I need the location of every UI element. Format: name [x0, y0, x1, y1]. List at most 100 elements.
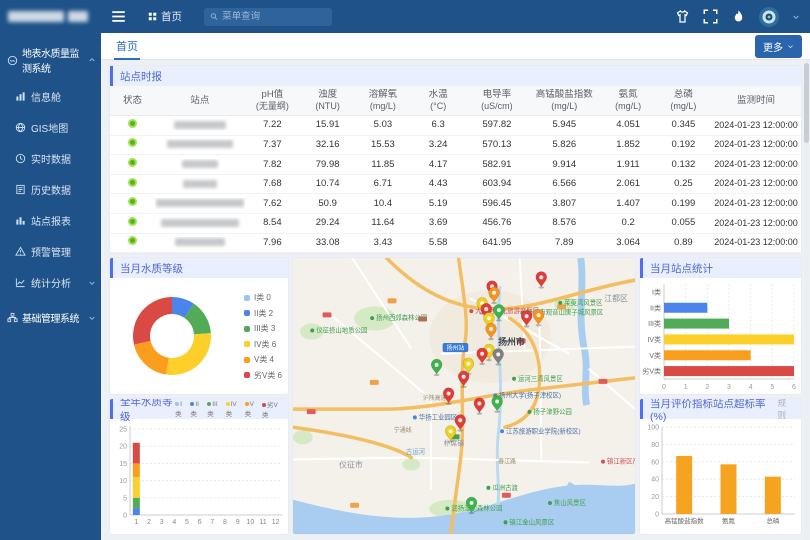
annual-quality-chart: 0510152025123456789101112 [110, 419, 288, 532]
donut-slice-劣V类[interactable] [142, 306, 172, 343]
hbar-劣V类[interactable] [664, 366, 794, 376]
table-cell: 4.051 [601, 119, 656, 131]
svg-text:5: 5 [123, 495, 127, 502]
scrollbar-thumb[interactable] [804, 63, 809, 143]
hbar-II类[interactable] [664, 303, 707, 313]
svg-text:III类: III类 [648, 319, 661, 328]
user-avatar[interactable] [759, 7, 779, 27]
vbar-高锰酸盐指数[interactable] [676, 456, 692, 514]
legend-item[interactable]: IV类 [226, 401, 241, 418]
column-header: 监测时间 [711, 95, 801, 107]
svg-text:2: 2 [705, 384, 709, 391]
stacked-bar-segment[interactable] [133, 464, 140, 478]
station-name-redacted [156, 199, 244, 207]
more-button[interactable]: 更多 [755, 35, 802, 58]
legend-item[interactable]: III类 [207, 401, 221, 418]
hamburger-menu-icon[interactable] [111, 9, 126, 24]
breadcrumb[interactable]: 首页 [148, 9, 182, 24]
stacked-bar-segment[interactable] [133, 443, 140, 464]
flame-icon[interactable] [731, 9, 746, 24]
legend-item[interactable]: IV类 6 [244, 339, 282, 350]
fullscreen-icon[interactable] [703, 9, 718, 24]
legend-item[interactable]: V类 [245, 401, 258, 418]
main-area: 首页 首页 更多 站点时报 状态站点pH值(无量纲)浊度(NTU)溶解氧(mg/… [101, 0, 810, 540]
hbar-IV类[interactable] [664, 335, 794, 345]
status-ok-dot [128, 158, 137, 167]
donut-slice-V类[interactable] [142, 343, 167, 366]
tab-home[interactable]: 首页 [114, 32, 140, 60]
sidebar-item-实时数据[interactable]: 实时数据 [0, 143, 101, 174]
sidebar-item-GIS地图[interactable]: GIS地图 [0, 112, 101, 143]
map-label: 华扬工业园区 [413, 413, 458, 422]
table-cell: 5.945 [528, 119, 601, 131]
donut-slice-III类[interactable] [189, 311, 202, 334]
sidebar-section-0[interactable]: 地表水质量监测系统 [0, 33, 101, 81]
hbar-V类[interactable] [664, 350, 751, 360]
hbar-III类[interactable] [664, 319, 729, 329]
legend-item[interactable]: II类 2 [244, 308, 282, 319]
sidebar-item-站点报表[interactable]: 站点报表 [0, 205, 101, 236]
theme-icon[interactable] [675, 9, 690, 24]
svg-text:茱萸湾风景区: 茱萸湾风景区 [564, 298, 603, 307]
legend-item[interactable]: 劣V类 [262, 399, 281, 419]
svg-text:运河三湾风景区: 运河三湾风景区 [518, 374, 563, 383]
legend-item[interactable]: 劣V类 6 [244, 370, 282, 381]
map-label: 春江路 [498, 458, 516, 466]
sidebar-item-预警管理[interactable]: 预警管理 [0, 236, 101, 267]
station-name-redacted [175, 238, 225, 246]
sidebar-section-1[interactable]: 基础管理系统 [0, 298, 101, 331]
search-input[interactable] [222, 11, 326, 22]
svg-text:扬州站: 扬州站 [447, 344, 465, 352]
stacked-bar-segment[interactable] [133, 498, 140, 508]
sidebar-item-信息舱[interactable]: 信息舱 [0, 81, 101, 112]
svg-text:江苏旅游职业学院(新校区): 江苏旅游职业学院(新校区) [506, 426, 581, 435]
svg-text:12: 12 [272, 519, 280, 526]
map-road-shield [350, 503, 359, 508]
svg-text:仪征捺山地质公园: 仪征捺山地质公园 [316, 326, 367, 335]
svg-text:V类: V类 [649, 351, 661, 360]
map-label: 镇江新区产业园区 [601, 457, 635, 466]
legend-item[interactable]: I类 0 [244, 292, 282, 303]
svg-text:扬州西郊森林公园: 扬州西郊森林公园 [376, 313, 427, 322]
vbar-总磷[interactable] [765, 477, 781, 514]
donut-slice-IV类[interactable] [167, 334, 202, 367]
table-cell: 33.08 [300, 237, 355, 249]
page-scrollbar[interactable] [804, 61, 809, 540]
stacked-bar-segment[interactable] [133, 508, 140, 515]
map-road-shield [307, 409, 316, 414]
sidebar-item-历史数据[interactable]: 历史数据 [0, 174, 101, 205]
table-cell: 10.4 [355, 198, 410, 210]
stacked-legend: I类 II类 III类 IV类 V类劣V类 [175, 399, 281, 419]
legend-item[interactable]: II类 [190, 401, 203, 418]
map-label: 焦山风景区 [548, 498, 586, 507]
corner-label[interactable]: 规则 [778, 399, 794, 421]
sidebar-item-统计分析[interactable]: 统计分析 [0, 267, 101, 298]
map-road-shield [323, 313, 332, 318]
legend-item[interactable]: V类 4 [244, 354, 282, 365]
legend-item[interactable]: I类 [175, 401, 186, 418]
table-cell: 32.16 [300, 139, 355, 151]
table-cell: 11.85 [355, 159, 410, 171]
svg-text:6: 6 [792, 384, 796, 391]
table-cell: 456.76 [466, 217, 528, 229]
column-header: 氨氮(mg/L) [601, 89, 656, 112]
vbar-氨氮[interactable] [721, 464, 737, 514]
table-cell: 3.064 [601, 237, 656, 249]
stats-icon [15, 277, 26, 288]
svg-text:华扬工业园区: 华扬工业园区 [419, 413, 458, 422]
station-stats-panel: 当月站点统计 0123456I类II类III类IV类V类劣V类 [640, 258, 801, 394]
table-row: 8.5429.2411.643.69456.768.5760.20.055202… [110, 214, 801, 234]
map-label: 扬州大学(扬子津校区) [493, 390, 561, 399]
menu-search[interactable] [204, 8, 332, 26]
stacked-bar-segment[interactable] [133, 477, 140, 498]
table-cell: 50.9 [300, 198, 355, 210]
chevron-down-icon[interactable] [792, 13, 800, 21]
dashboard-icon [15, 91, 26, 102]
svg-text:氨氮: 氨氮 [722, 516, 736, 525]
table-cell: 3.43 [355, 237, 410, 249]
gis-map[interactable]: 扬州市江都区仪征市扬州西郊森林公园仪征捺山地质公园茱萸湾风景区扬州市观音山唐子城… [293, 258, 635, 534]
donut-slice-II类[interactable] [172, 306, 189, 311]
legend-item[interactable]: III类 3 [244, 323, 282, 334]
table-row: 7.2215.915.036.3597.825.9454.0510.345202… [110, 116, 801, 136]
table-cell: 6.71 [355, 178, 410, 190]
